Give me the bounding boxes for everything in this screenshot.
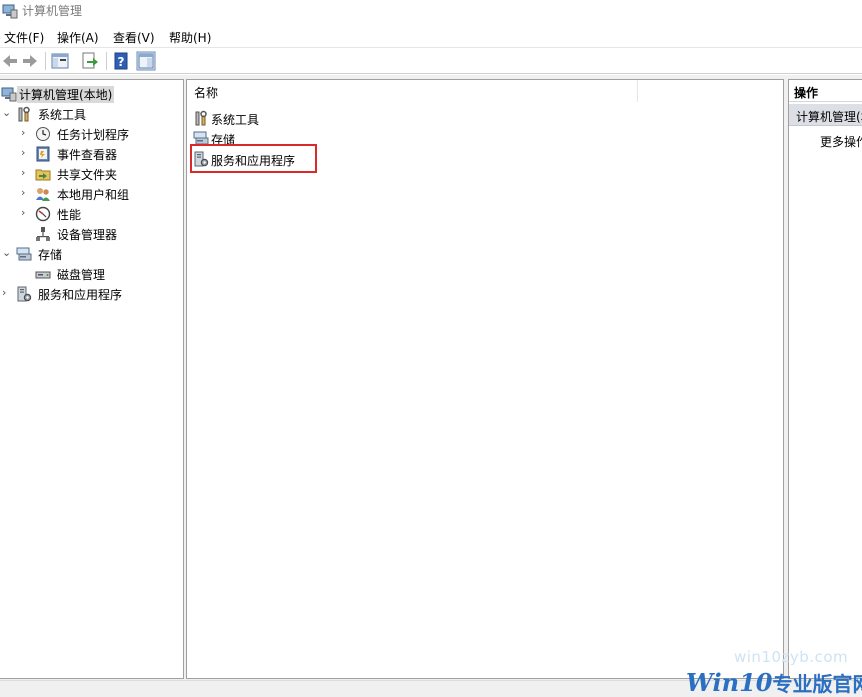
- chevron-right-icon[interactable]: ›: [21, 167, 31, 179]
- tree-label: 磁盘管理: [57, 268, 106, 282]
- export-list-icon[interactable]: [80, 51, 100, 71]
- action-section-computer-management[interactable]: 计算机管理(本地): [789, 104, 862, 126]
- chevron-right-icon[interactable]: ›: [2, 287, 12, 299]
- tools-icon: [195, 110, 207, 126]
- tree-item-local-users[interactable]: › 本地用户和组: [0, 184, 183, 204]
- chevron-right-icon[interactable]: ›: [21, 187, 31, 199]
- tree-label: 存储: [38, 248, 63, 262]
- tree-item-event-viewer[interactable]: › 事件查看器: [0, 144, 183, 164]
- chevron-right-icon[interactable]: ›: [21, 147, 31, 159]
- watermark-url: win10zyb.com: [734, 648, 849, 666]
- tree-label: 本地用户和组: [57, 188, 130, 202]
- services-icon: [17, 286, 32, 302]
- tree-item-performance[interactable]: › 性能: [0, 204, 183, 224]
- watermark-logo: Win10专业版官网: [686, 668, 862, 697]
- tree-item-services-apps[interactable]: › 服务和应用程序: [0, 284, 183, 304]
- users-icon: [36, 188, 50, 201]
- show-hide-console-tree-icon[interactable]: [50, 51, 70, 71]
- device-manager-icon: [36, 227, 50, 241]
- computer-management-icon: [2, 4, 18, 19]
- toolbar-separator: [45, 52, 46, 70]
- svg-text:?: ?: [118, 55, 125, 69]
- watermark-brand-latin: Win10: [686, 668, 773, 697]
- menu-help[interactable]: 帮助(H): [169, 29, 211, 46]
- storage-icon: [16, 247, 32, 261]
- tree-item-task-scheduler[interactable]: › 任务计划程序: [0, 124, 183, 144]
- window-title: 计算机管理: [22, 4, 83, 18]
- tree-label: 事件查看器: [57, 148, 118, 162]
- column-header: 名称: [187, 80, 783, 102]
- computer-management-icon: [1, 87, 17, 102]
- chevron-down-icon[interactable]: ⌄: [2, 247, 12, 259]
- menu-action[interactable]: 操作(A): [57, 29, 99, 46]
- toolbar-separator: [106, 52, 107, 70]
- list-item-system-tools[interactable]: 系统工具: [191, 108, 491, 128]
- clock-icon: [36, 127, 50, 141]
- tools-icon: [18, 106, 30, 122]
- tree-label: 性能: [57, 208, 82, 222]
- menu-view[interactable]: 查看(V): [113, 29, 155, 46]
- tree-label: 系统工具: [38, 108, 87, 122]
- shared-folder-icon: [35, 169, 51, 181]
- list-item-label: 系统工具: [211, 113, 260, 127]
- column-separator[interactable]: [637, 80, 638, 102]
- menu-file[interactable]: 文件(F): [4, 29, 44, 46]
- event-viewer-icon: [36, 146, 50, 162]
- tree-label: 设备管理器: [57, 228, 118, 242]
- highlight-annotation: [190, 144, 317, 173]
- help-icon[interactable]: ?: [111, 51, 131, 71]
- column-name[interactable]: 名称: [194, 84, 218, 101]
- chevron-right-icon[interactable]: ›: [21, 207, 31, 219]
- toolbar: ?: [0, 48, 862, 74]
- tree-label: 任务计划程序: [57, 128, 130, 142]
- tree-label: 服务和应用程序: [38, 288, 123, 302]
- action-pane-title: 操作: [794, 86, 819, 100]
- tree-label: 共享文件夹: [57, 168, 118, 182]
- title-bar: 计算机管理: [0, 0, 862, 24]
- performance-icon: [35, 206, 51, 222]
- action-section-label: 计算机管理(本地): [796, 110, 862, 124]
- tree-item-device-manager[interactable]: 设备管理器: [0, 224, 183, 244]
- tree-item-computer-management[interactable]: 计算机管理(本地): [0, 84, 183, 104]
- work-area: 计算机管理(本地) ⌄ 系统工具 › 任务计划程序 › 事件查看器 › 共享文件…: [0, 75, 862, 680]
- disk-icon: [35, 271, 51, 279]
- tree-item-disk-management[interactable]: 磁盘管理: [0, 264, 183, 284]
- tree-item-storage[interactable]: ⌄ 存储: [0, 244, 183, 264]
- console-tree: 计算机管理(本地) ⌄ 系统工具 › 任务计划程序 › 事件查看器 › 共享文件…: [0, 79, 184, 679]
- chevron-down-icon[interactable]: ⌄: [2, 107, 12, 119]
- action-pane: 操作 计算机管理(本地) 更多操作: [788, 79, 862, 679]
- tree-item-system-tools[interactable]: ⌄ 系统工具: [0, 104, 183, 124]
- more-actions-link[interactable]: 更多操作: [820, 133, 862, 150]
- forward-icon[interactable]: [20, 51, 40, 71]
- chevron-right-icon[interactable]: ›: [21, 127, 31, 139]
- result-pane: 名称 系统工具 存储 服务和应用程序: [186, 79, 784, 679]
- watermark-brand-cn: 专业版官网: [772, 672, 862, 696]
- tree-item-shared-folders[interactable]: › 共享文件夹: [0, 164, 183, 184]
- action-pane-header: 操作: [789, 80, 862, 102]
- back-icon[interactable]: [0, 51, 20, 71]
- menu-bar: 文件(F) 操作(A) 查看(V) 帮助(H): [0, 26, 862, 48]
- show-hide-action-pane-icon[interactable]: [136, 51, 156, 71]
- tree-label: 计算机管理(本地): [17, 86, 115, 103]
